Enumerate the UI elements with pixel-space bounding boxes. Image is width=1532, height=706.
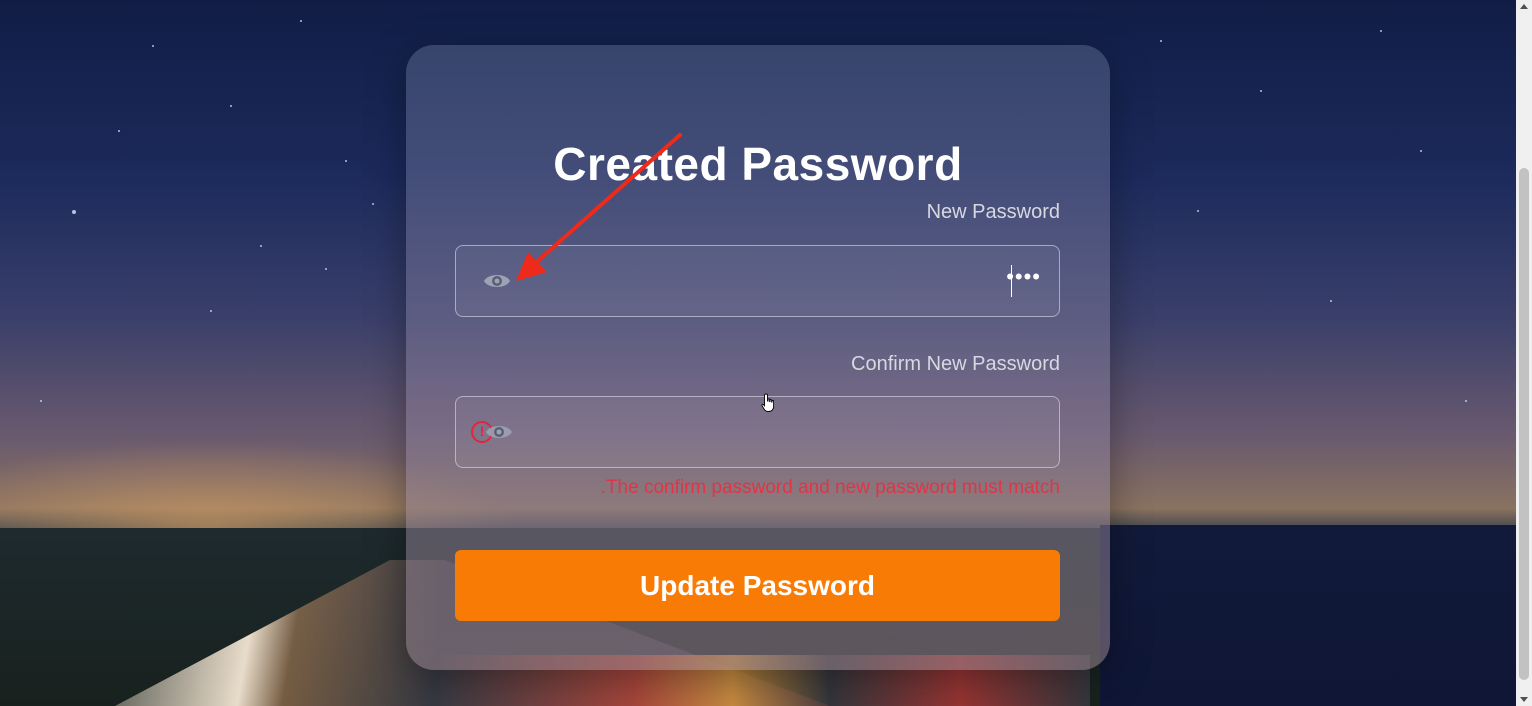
eye-icon[interactable] (483, 270, 511, 292)
new-password-input[interactable]: •••• (455, 245, 1060, 317)
eye-icon[interactable] (485, 421, 513, 443)
new-password-label: New Password (926, 201, 1060, 223)
confirm-password-input[interactable]: ! (455, 396, 1060, 468)
landscape-right (1100, 525, 1516, 706)
page-title: Created Password (553, 138, 963, 190)
confirm-password-label: Confirm New Password (851, 353, 1060, 375)
scroll-down-icon[interactable] (1520, 697, 1528, 702)
validation-error-message: .The confirm password and new password m… (600, 477, 1060, 498)
update-password-button[interactable]: Update Password (455, 550, 1060, 621)
new-password-value: •••• (1006, 264, 1041, 289)
password-form-card: Created Password New Password •••• Confi… (406, 45, 1110, 670)
hand-cursor-icon (761, 393, 775, 412)
scrollbar-thumb[interactable] (1519, 168, 1529, 680)
page-scrollbar[interactable] (1516, 0, 1532, 706)
scroll-up-icon[interactable] (1520, 4, 1528, 9)
